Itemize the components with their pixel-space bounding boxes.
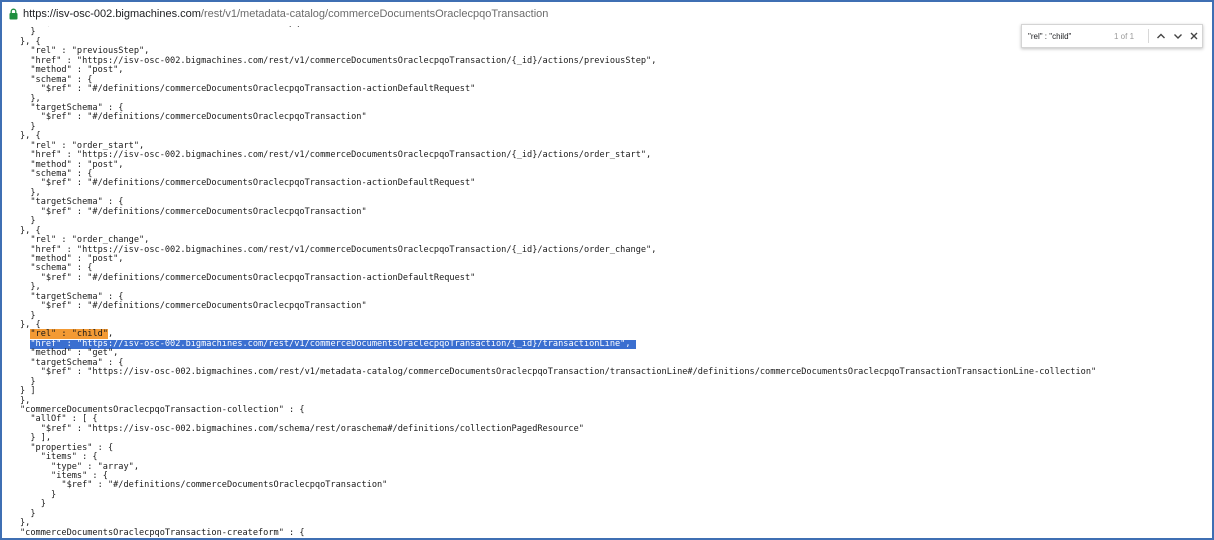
json-line: } xyxy=(20,121,36,132)
json-line: }, xyxy=(20,282,41,293)
json-line: } xyxy=(20,508,36,519)
selected-text: "href" : "https://isv-osc-002.bigmachine… xyxy=(30,338,636,350)
chevron-down-icon xyxy=(1173,34,1182,39)
json-line: }, xyxy=(20,93,41,104)
json-line: } xyxy=(20,499,46,510)
json-line: "$ref" : "#/definitions/commerceDocument… xyxy=(20,178,476,189)
json-line: }, { xyxy=(20,131,41,142)
json-line: "items" : { xyxy=(20,452,98,463)
json-line: "method" : "post", xyxy=(20,159,124,170)
json-line: } xyxy=(20,216,36,227)
find-match-count: 1 of 1 xyxy=(1114,31,1135,41)
json-line: "href" : "https://isv-osc-002.bigmachine… xyxy=(20,55,657,66)
json-line: "method" : "post", xyxy=(20,253,124,264)
json-line: }, { xyxy=(20,320,41,330)
json-line: "commerceDocumentsOraclecpqoTransaction-… xyxy=(20,527,305,538)
json-line: "$ref" : "https://isv-osc-002.bigmachine… xyxy=(20,423,584,434)
find-previous-button[interactable] xyxy=(1153,27,1169,45)
json-viewer: "$ref" : "#/definitions/commerceDocument… xyxy=(2,26,1212,538)
json-line: "$ref" : "#/definitions/commerceDocument… xyxy=(20,84,476,95)
json-line: "href" : "https://isv-osc-002.bigmachine… xyxy=(20,150,652,161)
json-line: "href" : "https://isv-osc-002.bigmachine… xyxy=(20,244,657,255)
json-line: }, xyxy=(20,187,41,198)
json-line: "method" : "post", xyxy=(20,65,124,76)
json-line: "$ref" : "#/definitions/commerceDocument… xyxy=(20,301,367,312)
json-line: "$ref" : "https://isv-osc-002.bigmachine… xyxy=(20,367,1097,378)
json-line: "type" : "array", xyxy=(20,461,139,472)
json-line: } xyxy=(20,376,36,387)
chevron-up-icon xyxy=(1157,33,1166,39)
address-bar[interactable]: https://isv-osc-002.bigmachines.com/rest… xyxy=(2,2,1212,26)
find-close-button[interactable] xyxy=(1186,27,1202,45)
lock-icon xyxy=(9,8,18,20)
json-line: "method" : "get", xyxy=(20,348,119,359)
json-line: "commerceDocumentsOraclecpqoTransaction-… xyxy=(20,404,305,415)
find-match-highlight: "rel" : "child" xyxy=(30,329,108,340)
url-path: /rest/v1/metadata-catalog/commerceDocume… xyxy=(200,8,549,20)
close-icon xyxy=(1190,32,1198,40)
find-input[interactable] xyxy=(1022,26,1114,46)
json-line: "$ref" : "#/definitions/commerceDocument… xyxy=(20,480,388,491)
json-line: } xyxy=(20,310,36,321)
json-line: "$ref" : "#/definitions/commerceDocument… xyxy=(20,272,476,283)
find-bar: 1 of 1 xyxy=(1021,24,1203,48)
url-host: https://isv-osc-002.bigmachines.com xyxy=(23,8,201,20)
browser-window: https://isv-osc-002.bigmachines.com/rest… xyxy=(0,0,1214,540)
find-next-button[interactable] xyxy=(1170,27,1186,45)
json-line: } ], xyxy=(20,433,52,444)
json-line: } xyxy=(20,489,57,500)
json-line: }, { xyxy=(20,225,41,236)
find-divider xyxy=(1148,29,1150,43)
json-line: "$ref" : "#/definitions/commerceDocument… xyxy=(20,112,367,123)
json-line: "href" : "https://isv-osc-002.bigmachine… xyxy=(20,338,1212,350)
json-line: "properties" : { xyxy=(20,442,114,453)
json-source: "$ref" : "#/definitions/commerceDocument… xyxy=(2,26,1212,538)
json-line: } ] xyxy=(20,386,36,397)
json-line: "$ref" : "#/definitions/commerceDocument… xyxy=(20,206,367,217)
